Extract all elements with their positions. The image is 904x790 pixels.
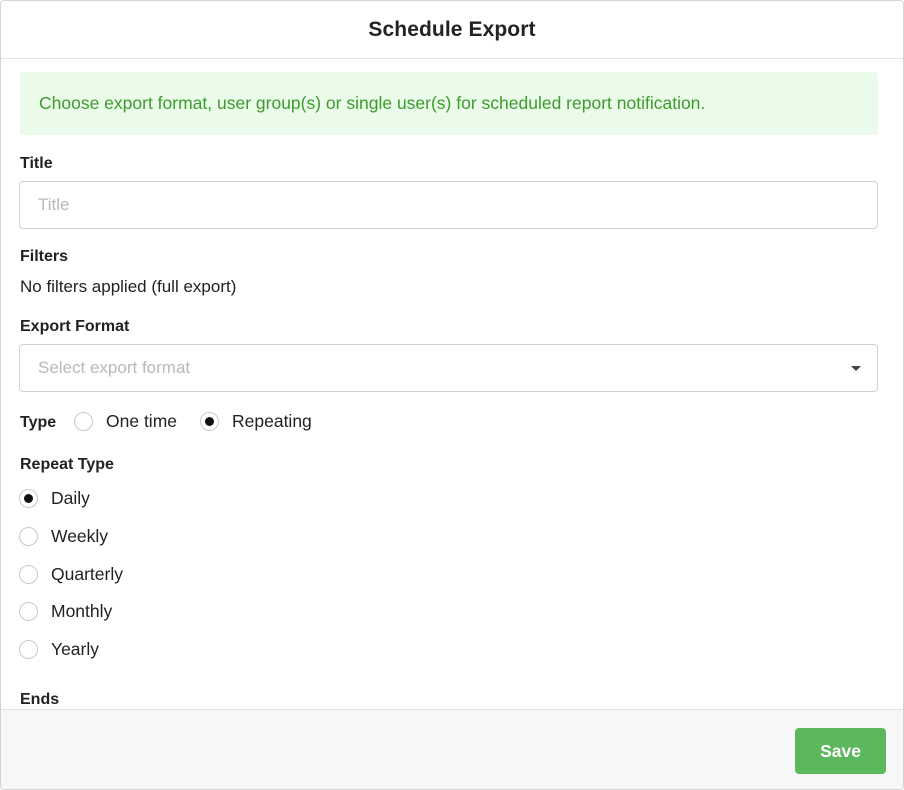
repeat-option-yearly[interactable]: Yearly xyxy=(19,639,99,660)
save-button[interactable]: Save xyxy=(795,728,886,774)
dialog-title: Schedule Export xyxy=(368,17,536,41)
caret-down-icon xyxy=(851,366,861,371)
radio-unchecked-icon[interactable] xyxy=(19,602,38,621)
repeat-option-monthly[interactable]: Monthly xyxy=(19,601,112,622)
title-input[interactable] xyxy=(19,181,878,229)
repeat-option-label: Weekly xyxy=(51,526,109,546)
dialog-header: Schedule Export xyxy=(1,1,903,59)
type-option-one-time[interactable]: One time xyxy=(74,411,177,432)
export-format-label: Export Format xyxy=(20,318,130,335)
repeat-option-label: Daily xyxy=(51,488,90,508)
schedule-export-dialog: Schedule Export Choose export format, us… xyxy=(0,0,904,790)
type-option-repeating[interactable]: Repeating xyxy=(200,411,312,432)
repeat-option-quarterly[interactable]: Quarterly xyxy=(19,564,123,585)
repeat-option-label: Quarterly xyxy=(51,564,123,584)
filters-label: Filters xyxy=(20,248,69,265)
radio-unchecked-icon[interactable] xyxy=(19,565,38,584)
dialog-body[interactable]: Choose export format, user group(s) or s… xyxy=(1,59,903,709)
type-label: Type xyxy=(20,414,57,431)
repeat-type-label: Repeat Type xyxy=(20,456,114,473)
export-format-select[interactable]: Select export format xyxy=(19,344,878,392)
export-format-placeholder: Select export format xyxy=(38,358,191,377)
repeat-option-daily[interactable]: Daily xyxy=(19,488,90,509)
radio-checked-icon[interactable] xyxy=(19,489,38,508)
ends-label: Ends xyxy=(20,691,60,708)
filters-value: No filters applied (full export) xyxy=(20,277,237,296)
type-option-label: One time xyxy=(106,411,177,431)
info-alert-message: Choose export format, user group(s) or s… xyxy=(39,93,706,113)
repeat-option-label: Yearly xyxy=(51,639,99,659)
info-alert: Choose export format, user group(s) or s… xyxy=(20,72,878,135)
title-label: Title xyxy=(20,155,53,172)
dialog-footer: Save xyxy=(1,709,903,789)
repeat-option-label: Monthly xyxy=(51,601,113,621)
radio-unchecked-icon[interactable] xyxy=(74,412,93,431)
repeat-option-weekly[interactable]: Weekly xyxy=(19,526,108,547)
radio-unchecked-icon[interactable] xyxy=(19,527,38,546)
type-option-label: Repeating xyxy=(232,411,312,431)
radio-unchecked-icon[interactable] xyxy=(19,640,38,659)
radio-checked-icon[interactable] xyxy=(200,412,219,431)
